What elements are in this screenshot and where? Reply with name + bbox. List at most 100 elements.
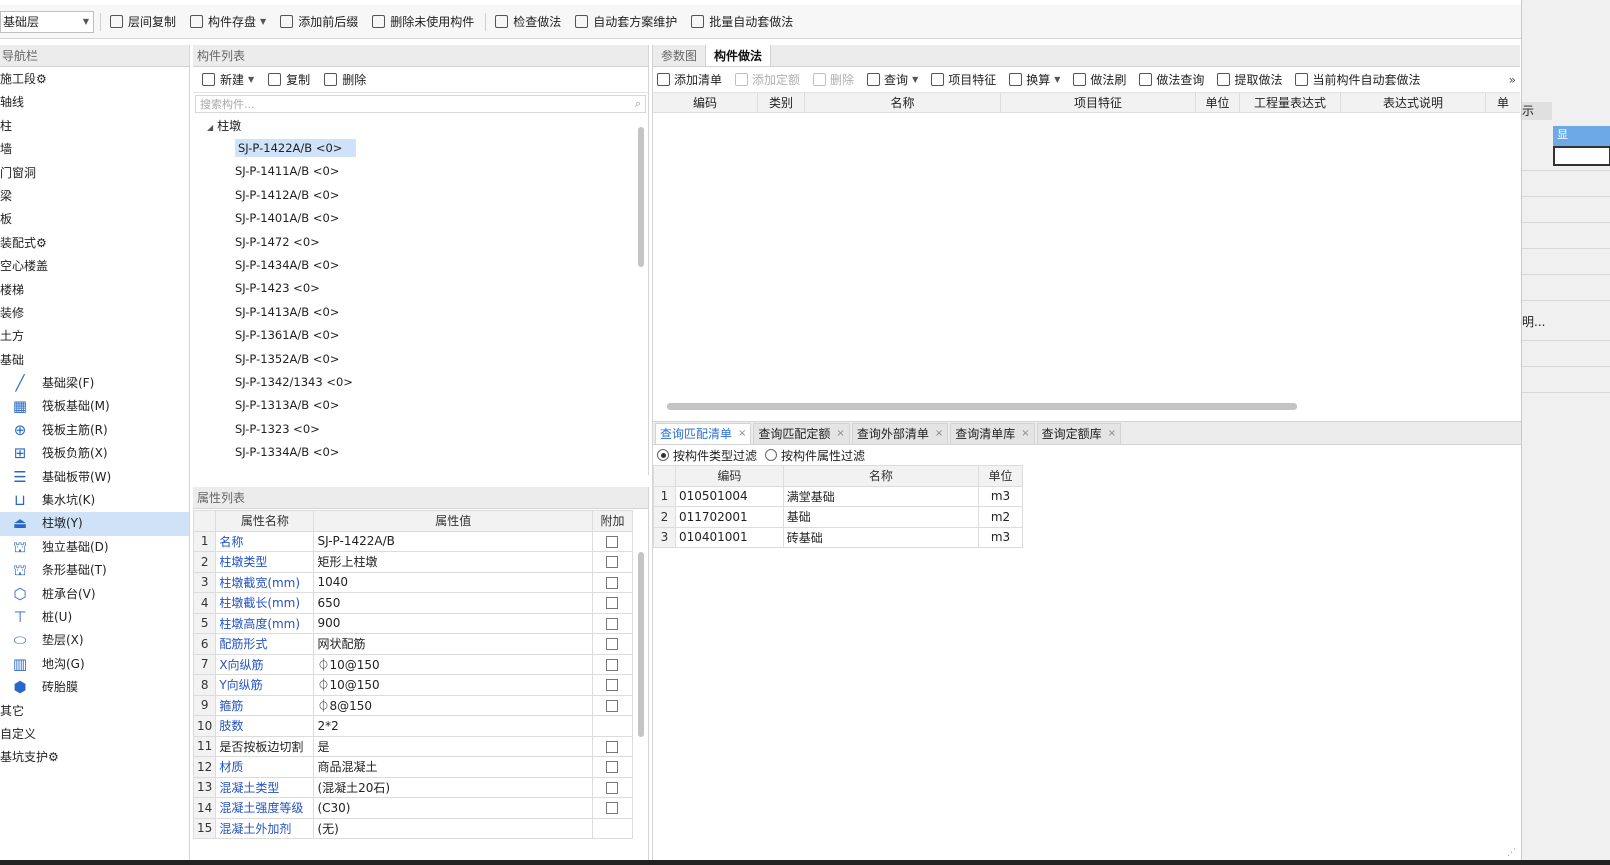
more-tools-icon[interactable]: »	[1509, 73, 1516, 87]
component-item[interactable]: SJ-P-1313A/B <0>	[193, 394, 648, 417]
property-row[interactable]: 4 柱墩截长(mm) 650	[192, 592, 634, 614]
extra-checkbox[interactable]	[606, 740, 619, 753]
property-value[interactable]: ⏀8@150	[313, 694, 593, 716]
property-value[interactable]: ⏀10@150	[313, 674, 593, 696]
component-item[interactable]: SJ-P-1334A/B <0>	[193, 441, 648, 464]
extra-checkbox[interactable]	[606, 761, 619, 774]
method-tool-9[interactable]: 当前构件自动套做法	[1295, 71, 1420, 88]
extra-checkbox[interactable]	[606, 699, 619, 712]
property-value[interactable]: 商品混凝土	[313, 756, 593, 778]
property-value[interactable]: SJ-P-1422A/B	[313, 530, 593, 552]
nav-subitem-22[interactable]: ⬡ 桩承台(V)	[0, 583, 189, 606]
component-item[interactable]: SJ-P-1411A/B <0>	[193, 160, 648, 183]
property-row[interactable]: 8 Y向纵筋 ⏀10@150	[192, 674, 634, 696]
component-item[interactable]: SJ-P-1412A/B <0>	[193, 184, 648, 207]
nav-category-10[interactable]: 装修	[0, 302, 189, 325]
close-icon[interactable]: ×	[738, 423, 746, 445]
property-value[interactable]: 是	[313, 735, 593, 757]
component-item[interactable]: SJ-P-1401A/B <0>	[193, 207, 648, 230]
property-row[interactable]: 11 是否按板边切割是	[192, 735, 634, 757]
extra-checkbox[interactable]	[606, 535, 619, 548]
close-icon[interactable]: ×	[1108, 423, 1116, 445]
method-tool-5[interactable]: 换算 ▼	[1009, 71, 1060, 88]
extra-checkbox[interactable]	[606, 658, 619, 671]
extra-checkbox[interactable]	[606, 597, 619, 610]
property-value[interactable]: (混凝土20石)	[313, 776, 593, 798]
component-item[interactable]: SJ-P-1472 <0>	[193, 231, 648, 254]
method-hscrollbar[interactable]	[667, 403, 1297, 410]
method-tool-6[interactable]: 做法刷	[1073, 71, 1126, 88]
nav-category-9[interactable]: 楼梯	[0, 279, 189, 302]
property-row[interactable]: 3 柱墩截宽(mm) 1040	[192, 571, 634, 593]
component-item[interactable]: SJ-P-1434A/B <0>	[193, 254, 648, 277]
query-tab-4[interactable]: 查询定额库 ×	[1036, 423, 1122, 445]
component-item[interactable]: SJ-P-1413A/B <0>	[193, 301, 648, 324]
resize-grip-icon[interactable]: ⋰	[1507, 848, 1516, 858]
nav-category-3[interactable]: 墙	[0, 138, 189, 161]
filter-type-radio[interactable]	[657, 449, 669, 461]
nav-category-27[interactable]: 其它	[0, 700, 189, 723]
delete-unused-button[interactable]: 删除未使用构件	[367, 10, 479, 34]
component-scrollbar[interactable]	[638, 127, 644, 267]
method-tool-2[interactable]: 删除	[813, 71, 854, 88]
extra-checkbox[interactable]	[606, 802, 619, 815]
copy-component-button[interactable]: 复制	[263, 68, 315, 92]
property-row[interactable]: 6 配筋形式 网状配筋	[192, 633, 634, 655]
nav-subitem-15[interactable]: ⊕ 筏板主筋(R)	[0, 419, 189, 442]
property-row[interactable]: 13 混凝土类型 (混凝土20石)	[192, 776, 634, 798]
property-value[interactable]: (C30)	[313, 797, 593, 819]
method-grid-body[interactable]	[653, 113, 1520, 401]
auto-scheme-button[interactable]: 自动套方案维护	[570, 10, 682, 34]
nav-category-2[interactable]: 柱	[0, 115, 189, 138]
nav-subitem-14[interactable]: ▦ 筏板基础(M)	[0, 395, 189, 418]
bg-selected-cell[interactable]	[1553, 146, 1610, 166]
tab-component-method[interactable]: 构件做法	[705, 45, 772, 66]
nav-subitem-26[interactable]: ⬢ 砖胎膜	[0, 676, 189, 699]
property-row[interactable]: 7 X向纵筋 ⏀10@150	[192, 653, 634, 675]
component-item[interactable]: SJ-P-1361A/B <0>	[193, 324, 648, 347]
nav-category-11[interactable]: 土方	[0, 325, 189, 348]
nav-subitem-23[interactable]: ⊤ 桩(U)	[0, 606, 189, 629]
nav-category-4[interactable]: 门窗洞	[0, 162, 189, 185]
match-row[interactable]: 1 010501004 满堂基础 m3	[653, 485, 1023, 507]
nav-category-0[interactable]: 施工段⚙	[0, 68, 189, 91]
close-icon[interactable]: ×	[935, 423, 943, 445]
property-value[interactable]: 2*2	[313, 715, 593, 737]
property-value[interactable]: 网状配筋	[313, 633, 593, 655]
property-row[interactable]: 5 柱墩高度(mm) 900	[192, 612, 634, 634]
property-row[interactable]: 2 柱墩类型 矩形上柱墩	[192, 551, 634, 573]
nav-subitem-16[interactable]: ⊞ 筏板负筋(X)	[0, 442, 189, 465]
query-tab-2[interactable]: 查询外部清单 ×	[851, 423, 949, 445]
property-value[interactable]: (无)	[313, 817, 593, 839]
property-row[interactable]: 15 混凝土外加剂 (无)	[192, 817, 634, 839]
method-tool-0[interactable]: 添加清单	[657, 71, 722, 88]
method-tool-1[interactable]: 添加定额	[735, 71, 800, 88]
property-row[interactable]: 12 材质 商品混凝土	[192, 756, 634, 778]
filter-attr-radio[interactable]	[765, 449, 778, 461]
close-icon[interactable]: ×	[836, 423, 844, 445]
batch-auto-button[interactable]: 批量自动套做法	[686, 10, 798, 34]
nav-subitem-17[interactable]: ☰ 基础板带(W)	[0, 466, 189, 489]
floor-select[interactable]: 基础层 ▼	[0, 10, 94, 33]
extra-checkbox[interactable]	[606, 556, 619, 569]
nav-subitem-18[interactable]: ⊔ 集水坑(K)	[0, 489, 189, 512]
add-prefix-button[interactable]: 添加前后缀	[275, 10, 363, 34]
component-item[interactable]: SJ-P-1352A/B <0>	[193, 348, 648, 371]
component-item[interactable]: SJ-P-1423 <0>	[193, 277, 648, 300]
tree-node-column-pier[interactable]: ◢ 柱墩	[193, 115, 648, 137]
delete-component-button[interactable]: 删除	[319, 68, 371, 92]
method-tool-4[interactable]: 项目特征	[931, 71, 996, 88]
extra-checkbox[interactable]	[606, 638, 619, 651]
nav-category-28[interactable]: 自定义	[0, 723, 189, 746]
method-tool-7[interactable]: 做法查询	[1139, 71, 1204, 88]
close-icon[interactable]: ×	[1021, 423, 1029, 445]
extra-checkbox[interactable]	[606, 617, 619, 630]
nav-category-5[interactable]: 梁	[0, 185, 189, 208]
query-tab-3[interactable]: 查询清单库 ×	[950, 423, 1035, 445]
bg-corner-button[interactable]: 显	[1553, 126, 1610, 146]
nav-subitem-20[interactable]: ⛫ 独立基础(D)	[0, 536, 189, 559]
nav-category-12[interactable]: 基础	[0, 349, 189, 372]
query-tab-1[interactable]: 查询匹配定额 ×	[753, 423, 850, 445]
nav-subitem-21[interactable]: ⛫ 条形基础(T)	[0, 559, 189, 582]
method-tool-3[interactable]: 查询 ▼	[867, 71, 918, 88]
